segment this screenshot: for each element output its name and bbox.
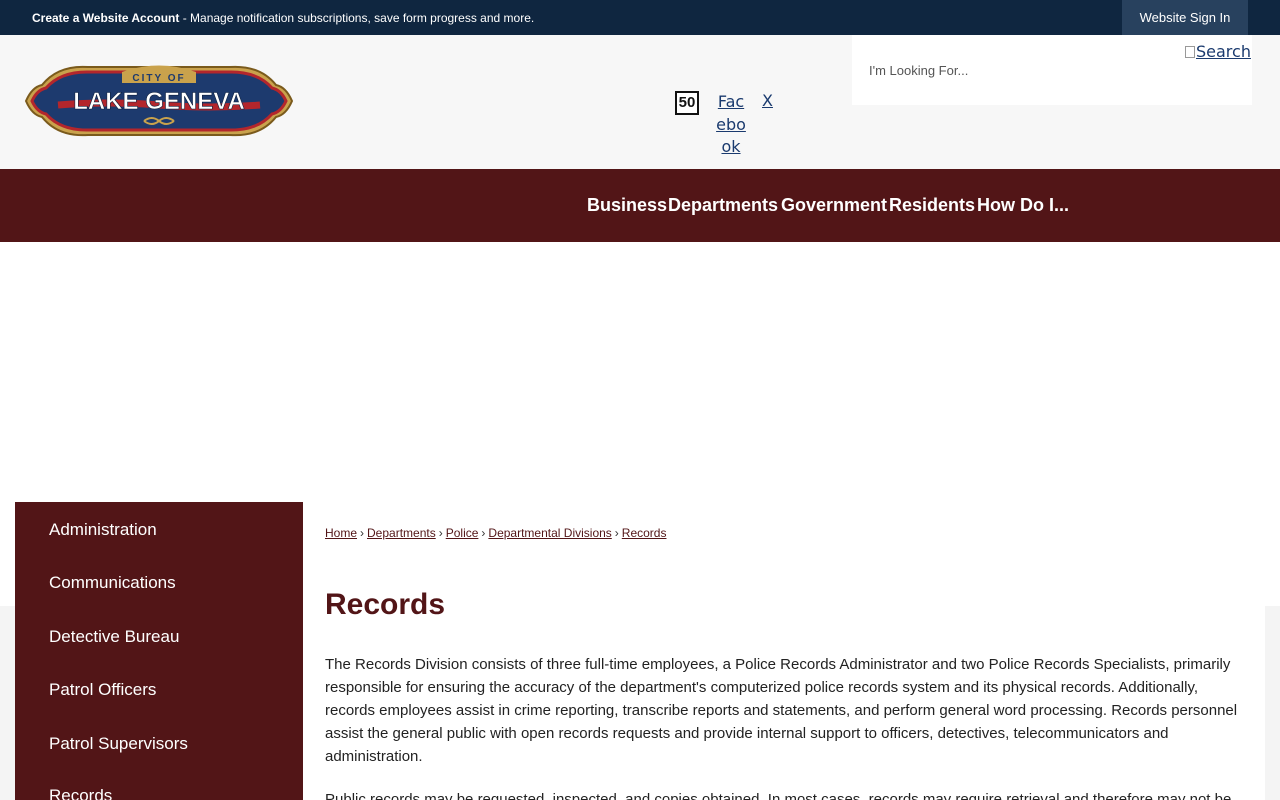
sidebar-item-records[interactable]: Records xyxy=(49,786,112,800)
sidebar-item-patrol-supervisors[interactable]: Patrol Supervisors xyxy=(49,734,188,754)
fifty-badge-icon[interactable]: 50 xyxy=(675,91,699,115)
main-navigation: Business Departments Government Resident… xyxy=(0,169,1280,242)
broken-image-icon xyxy=(1185,46,1195,58)
sidebar-item-administration[interactable]: Administration xyxy=(49,520,157,540)
breadcrumb: Home › Departments › Police › Departmental Div… xyxy=(325,526,666,540)
breadcrumb-separator: › xyxy=(438,526,443,540)
sidebar-item-communications[interactable]: Communications xyxy=(49,573,176,593)
breadcrumb-police[interactable]: Police xyxy=(446,526,479,540)
search-input[interactable]: I'm Looking For... xyxy=(869,63,968,78)
logo-small-text: CITY OF xyxy=(132,73,185,84)
create-account-message[interactable]: Create a Website Account - Manage notifi… xyxy=(32,11,534,25)
lake-geneva-logo[interactable]: CITY OF LAKE GENEVA xyxy=(18,59,300,143)
sidebar-menu: Administration Communications Detective … xyxy=(15,502,303,800)
site-header: CITY OF LAKE GENEVA 50 Facebook X I'm Lo… xyxy=(0,35,1280,169)
breadcrumb-records[interactable]: Records xyxy=(622,526,667,540)
breadcrumb-home[interactable]: Home xyxy=(325,526,357,540)
breadcrumb-departments[interactable]: Departments xyxy=(367,526,436,540)
facebook-icon[interactable]: Facebook xyxy=(716,91,746,159)
breadcrumb-separator: › xyxy=(360,526,365,540)
breadcrumb-separator: › xyxy=(614,526,619,540)
create-account-link[interactable]: Create a Website Account xyxy=(32,11,179,25)
facebook-broken-image-alt: Facebook xyxy=(716,92,746,156)
nav-item-business[interactable]: Business xyxy=(587,195,667,216)
nav-item-residents[interactable]: Residents xyxy=(889,195,975,216)
nav-item-government[interactable]: Government xyxy=(781,195,887,216)
nav-item-departments[interactable]: Departments xyxy=(668,195,778,216)
search-button[interactable]: Search xyxy=(1185,42,1251,61)
website-sign-in-button[interactable]: Website Sign In xyxy=(1122,0,1248,35)
records-description-paragraph: The Records Division consists of three f… xyxy=(325,656,1238,765)
logo-main-text: LAKE GENEVA xyxy=(73,88,245,115)
x-broken-image-alt: X xyxy=(762,91,773,110)
create-account-description: - Manage notification subscriptions, sav… xyxy=(179,11,535,25)
search-button-alt: Search xyxy=(1196,42,1251,61)
sidebar-item-patrol-officers[interactable]: Patrol Officers xyxy=(49,680,156,700)
breadcrumb-departmental-divisions[interactable]: Departmental Divisions xyxy=(488,526,611,540)
top-bar: Create a Website Account - Manage notifi… xyxy=(0,0,1280,35)
x-social-icon[interactable]: X xyxy=(762,91,773,110)
public-records-paragraph: Public records may be requested, inspect… xyxy=(325,791,1232,800)
breadcrumb-separator: › xyxy=(481,526,486,540)
sidebar-item-detective-bureau[interactable]: Detective Bureau xyxy=(49,627,179,647)
page-title: Records xyxy=(325,588,446,621)
nav-item-how-do-i[interactable]: How Do I... xyxy=(977,195,1069,216)
